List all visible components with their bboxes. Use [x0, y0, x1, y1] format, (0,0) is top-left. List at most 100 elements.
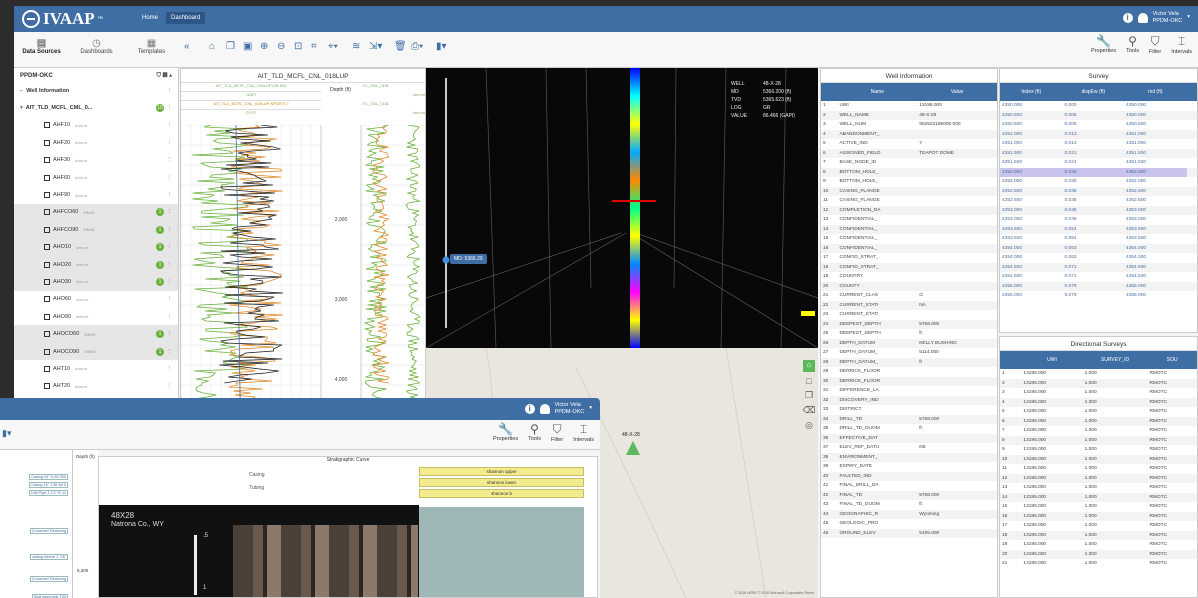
table-row[interactable]: 4355.000 0.079 4355.000 [1000, 281, 1197, 291]
table-row[interactable]: 4351.500 0.021 4351.500 [1000, 158, 1197, 168]
zoom-out-icon[interactable]: ⊖ [277, 41, 285, 52]
table-row[interactable]: 8 BOTTOM_HOLE_ [821, 167, 997, 177]
table-row[interactable]: 6 13195.000 1.000 RMOTC [1000, 416, 1197, 426]
home-icon[interactable]: ⌂ [209, 41, 215, 52]
table-row[interactable]: 12 COMPLETION_DA [821, 205, 997, 215]
secondary-user-menu[interactable]: i Victor Vela PPDM-OKC ▾ [524, 402, 592, 415]
secondary-tools-button[interactable]: ⚲ Tools [528, 422, 541, 443]
sidebar-item[interactable]: AHOCO90 MM/M 1 ⋮ [14, 342, 178, 361]
table-row[interactable]: 2 13195.000 1.000 RMOTC [1000, 378, 1197, 388]
table-row[interactable]: 4351.000 0.013 4351.000 [1000, 139, 1197, 149]
stratigraphic-panel[interactable]: Stratigraphic Curve Casing Tubing shanno… [98, 456, 598, 598]
sidebar-item[interactable]: AHF20 ohm.m ⋮ [14, 134, 178, 151]
table-row[interactable]: 29 DERRICK_FLOOR [821, 367, 997, 377]
formation-top[interactable]: shannon upper [419, 467, 584, 476]
table-row[interactable]: 4 ABANDONMENT_ [821, 129, 997, 139]
select-icon[interactable]: ⌖▾ [328, 41, 338, 52]
table-row[interactable]: 8 13195.000 1.000 RMOTC [1000, 435, 1197, 445]
more-icon[interactable]: ⋮ [167, 279, 173, 285]
table-row[interactable]: 1 UWI 13195.000 [821, 101, 997, 111]
sidebar-item[interactable]: AHF90 ohm.m ⋮ [14, 186, 178, 203]
more-icon[interactable]: ⋮ [167, 140, 173, 146]
map-square-icon[interactable]: □ [806, 376, 811, 386]
formation-top[interactable]: shannon b [419, 489, 584, 498]
sidebar-item[interactable]: AHO20 ohm.m 1 ⋮ [14, 255, 178, 274]
delete-icon[interactable]: 🗑 [394, 41, 407, 52]
table-row[interactable]: 45 GEOLOGIC_PRO [821, 519, 997, 529]
map-home-icon[interactable]: ⌂ [803, 360, 815, 372]
more-icon[interactable]: ⋮ [167, 175, 173, 181]
col-source[interactable]: SOU [1147, 351, 1197, 369]
nav-dashboard[interactable]: Dashboard [166, 12, 206, 24]
sidebar-item[interactable]: AHF60 ohm.m ⋮ [14, 169, 178, 186]
secondary-filter-button[interactable]: ⛉ Filter [551, 422, 563, 443]
sidebar-item[interactable]: AHO60 ohm.m ⋮ [14, 291, 178, 308]
table-row[interactable]: 11 CASING_FLANGE [821, 196, 997, 206]
more-icon[interactable]: ⋮ [167, 244, 173, 250]
table-row[interactable]: 15 CONFIDENTIAL_ [821, 234, 997, 244]
more-icon[interactable]: ⋮ [167, 314, 173, 320]
sidebar-item[interactable]: AHF10 ohm.m ⋮ [14, 117, 178, 134]
table-row[interactable]: 4 13195.000 1.000 RMOTC [1000, 397, 1197, 407]
more-icon[interactable]: ⋮ [167, 88, 173, 94]
table-row[interactable]: 46 GROUND_ELEV 5105.000 [821, 528, 997, 538]
table-row[interactable]: 1 13195.000 1.000 RMOTC [1000, 369, 1197, 379]
table-row[interactable]: 31 DIFFERENCE_LA [821, 386, 997, 396]
more-icon[interactable]: ⋮ [167, 349, 173, 355]
3d-viewer[interactable]: MD: 5366.29 WELL 48-X-28 MD 5366.200 (ft) TV… [426, 68, 818, 348]
table-row[interactable]: 4354.000 0.063 4354.000 [1000, 243, 1197, 253]
intervals-button[interactable]: ⌶ Intervals [1171, 34, 1192, 55]
col-name[interactable]: Name [837, 83, 918, 101]
survey-panel[interactable]: Survey Index (ft) dispEw (ft) md (ft) 4350… [999, 68, 1198, 333]
table-row[interactable]: 34 DRILL_TD 5768.000 [821, 414, 997, 424]
more-icon[interactable]: ⋮ [167, 192, 173, 198]
formation-top[interactable]: shannon lower [419, 478, 584, 487]
more-icon[interactable]: ⋮ [167, 157, 173, 163]
well-information-panel[interactable]: Well Information Name Value 1 UWI 13195.000… [820, 68, 998, 598]
tab-data-sources[interactable]: ▤ Data Sources [14, 32, 69, 68]
more-icon[interactable]: ⋮ [167, 227, 173, 233]
table-row[interactable]: 4353.000 0.046 4353.000 [1000, 215, 1197, 225]
table-row[interactable]: 14 CONFIDENTIAL_ [821, 224, 997, 234]
sidebar-item[interactable]: AHO90 ohm.m ⋮ [14, 308, 178, 325]
table-row[interactable]: 4354.000 0.063 4354.000 [1000, 253, 1197, 263]
table-row[interactable]: 10 13195.000 1.000 RMOTC [1000, 454, 1197, 464]
table-row[interactable]: 44 GEOGRAPHIC_R Wyoming [821, 509, 997, 519]
table-row[interactable]: 15 13195.000 1.000 RMOTC [1000, 502, 1197, 512]
col-survey-id[interactable]: SURVEY_ID [1082, 351, 1148, 369]
tab-templates[interactable]: ▦ Templates [124, 32, 179, 68]
table-row[interactable]: 16 CONFIDENTIAL_ [821, 243, 997, 253]
col-uwi[interactable]: UWI [1021, 351, 1083, 369]
table-row[interactable]: 4351.500 0.021 4351.500 [1000, 148, 1197, 158]
table-row[interactable]: 25 DEEPEST_DEPTH ft [821, 329, 997, 339]
table-row[interactable]: 2 WELL_NAME 48-X-28 [821, 110, 997, 120]
more-icon[interactable]: ⋮ [167, 296, 173, 302]
table-row[interactable]: 30 DERRICK_FLOOR [821, 376, 997, 386]
table-row[interactable]: 18 CONFID_STRAT_ [821, 262, 997, 272]
table-row[interactable]: 17 13195.000 1.000 RMOTC [1000, 521, 1197, 531]
table-row[interactable]: 38 ENVIRONMENT_ [821, 452, 997, 462]
sidebar-item[interactable]: AHFCO60 MM/M 1 ⋮ [14, 203, 178, 222]
table-row[interactable]: 10 CASING_FLANGE [821, 186, 997, 196]
table-row[interactable]: 4351.000 0.013 4351.000 [1000, 129, 1197, 139]
more-icon[interactable]: ⋮ [167, 331, 173, 337]
sidebar-item[interactable]: AHO30 ohm.m 1 ⋮ [14, 273, 178, 291]
table-row[interactable]: 24 DEEPEST_DEPTH 5768.000 [821, 319, 997, 329]
rss-icon[interactable]: ≋ [352, 41, 360, 52]
secondary-properties-button[interactable]: 🔧 Properties [493, 422, 518, 443]
properties-button[interactable]: 🔧 Properties [1091, 34, 1116, 55]
table-row[interactable]: 6 ASSIGNED_FIELD TEAPOT DOME [821, 148, 997, 158]
table-row[interactable]: 41 FINAL_DRILL_DA [821, 481, 997, 491]
secondary-chart-icon[interactable]: ▮▾ [2, 428, 11, 439]
table-row[interactable]: 4352.000 0.030 4352.000 [1000, 177, 1197, 187]
zoom-fit-icon[interactable]: ⊡ [294, 41, 302, 52]
table-row[interactable]: 37 ELEV_REF_DATU KB [821, 443, 997, 453]
table-row[interactable]: 4353.500 0.054 4353.500 [1000, 224, 1197, 234]
filter-button[interactable]: ⛉ Filter [1149, 34, 1161, 55]
table-row[interactable]: 4353.500 0.054 4353.500 [1000, 234, 1197, 244]
table-row[interactable]: 4354.500 0.071 4354.500 [1000, 272, 1197, 282]
sidebar-item[interactable]: ⌐ Well Information ⋮ [14, 82, 178, 99]
md-slider-handle[interactable] [442, 256, 450, 264]
table-row[interactable]: 3 13195.000 1.000 RMOTC [1000, 388, 1197, 398]
table-row[interactable]: 27 DEPTH_DATUM_ 5114.000 [821, 348, 997, 358]
